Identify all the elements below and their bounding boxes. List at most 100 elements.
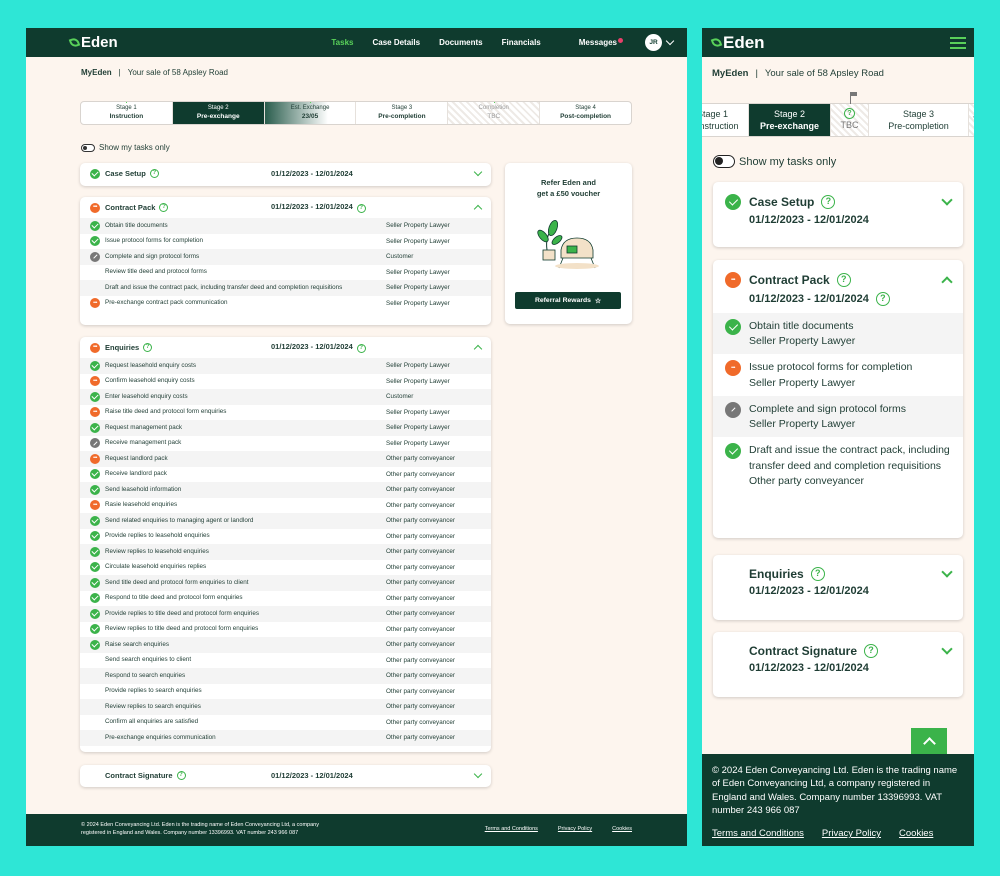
status-done-icon <box>725 319 741 335</box>
contract-pack-header[interactable]: Contract Pack? <box>713 260 963 288</box>
help-icon[interactable]: ? <box>875 292 890 306</box>
help-icon[interactable]: ? <box>356 344 366 353</box>
breadcrumb-root[interactable]: MyEden <box>712 68 748 79</box>
task-row[interactable]: Raise title deed and protocol form enqui… <box>80 405 491 421</box>
privacy-link[interactable]: Privacy Policy <box>558 826 592 834</box>
nav-financials[interactable]: Financials <box>502 38 541 47</box>
contract-pack-header[interactable]: Contract Pack ? 01/12/2023 - 12/01/2024? <box>80 197 491 218</box>
stage-instruction[interactable]: Stage 1Instruction <box>702 104 749 136</box>
help-icon[interactable]: ? <box>810 567 825 581</box>
chevron-down-icon[interactable] <box>473 769 483 779</box>
task-row[interactable]: Pre-exchange contract pack communication… <box>80 296 491 312</box>
task-row[interactable]: Provide replies to search enquiries Other… <box>80 684 491 700</box>
task-row[interactable]: Complete and sign protocol forms Customer <box>80 249 491 265</box>
stage-pre-exchange[interactable]: Stage 2 Pre-exchange <box>172 102 265 124</box>
nav-documents[interactable]: Documents <box>439 38 483 47</box>
task-row[interactable]: Receive landlord pack Other party conveya… <box>80 467 491 483</box>
task-row[interactable]: Review replies to leasehold enquiries Oth… <box>80 544 491 560</box>
stage-pre-completion[interactable]: Stage 3 Pre-completion <box>869 104 969 136</box>
task-row[interactable]: Provide replies to leasehold enquiries Ot… <box>80 529 491 545</box>
nav-messages[interactable]: Messages <box>560 38 623 47</box>
task-row[interactable]: Confirm all enquiries are satisfied Other… <box>80 715 491 731</box>
task-row[interactable]: Confirm leasehold enquiry costs Seller Pr… <box>80 374 491 390</box>
chevron-down-icon[interactable] <box>665 36 675 46</box>
stage-instruction[interactable]: Stage 1Instruction <box>81 102 173 124</box>
stage-est-exchange[interactable]: Est. Exchange 23/05 <box>264 102 357 124</box>
cookies-link[interactable]: Cookies <box>612 826 632 834</box>
help-icon[interactable]: ? <box>844 108 855 120</box>
enquiries-header[interactable]: Enquiries ? 01/12/2023 - 12/01/2024? <box>80 337 491 358</box>
my-tasks-toggle[interactable] <box>81 143 95 152</box>
task-row[interactable]: Send leasehold information Other party co… <box>80 482 491 498</box>
cookies-link[interactable]: Cookies <box>899 827 933 840</box>
stage-completion[interactable]: ? TBC <box>831 92 869 136</box>
contract-signature-header[interactable]: Contract Signature? <box>713 632 963 658</box>
task-row[interactable]: Issue protocol forms for completion Selle… <box>80 234 491 250</box>
stage-completion[interactable]: Completion TBC <box>448 102 541 124</box>
terms-link[interactable]: Terms and Conditions <box>712 827 804 840</box>
eden-logo[interactable]: Eden <box>68 34 118 51</box>
task-row[interactable]: Obtain title documents Seller Property La… <box>80 218 491 234</box>
eden-logo[interactable]: Eden <box>710 33 765 53</box>
task-row[interactable]: Request leasehold enquiry costs Seller Pr… <box>80 358 491 374</box>
my-tasks-toggle[interactable] <box>713 155 735 168</box>
chevron-down-icon[interactable] <box>941 643 953 655</box>
task-row[interactable]: Send related enquiries to managing agent… <box>80 513 491 529</box>
chevron-up-icon[interactable] <box>473 344 483 354</box>
task-row[interactable]: Respond to title deed and protocol form … <box>80 591 491 607</box>
task-row[interactable]: Provide replies to title deed and protoc… <box>80 606 491 622</box>
chevron-down-icon[interactable] <box>941 194 953 206</box>
help-icon[interactable]: ? <box>176 771 186 780</box>
help-icon[interactable]: ? <box>864 644 879 658</box>
privacy-link[interactable]: Privacy Policy <box>822 827 881 840</box>
back-to-top-button[interactable] <box>911 728 947 754</box>
task-row[interactable]: Review replies to title deed and protoco… <box>80 622 491 638</box>
enquiries-header[interactable]: Enquiries? <box>713 555 963 581</box>
help-icon[interactable]: ? <box>143 343 153 352</box>
chevron-down-icon[interactable] <box>473 167 483 177</box>
task-row[interactable]: Issue protocol forms for completion Selle… <box>713 354 963 395</box>
task-row[interactable]: Draft and issue the contract pack, inclu… <box>80 280 491 296</box>
task-row[interactable]: Request landlord pack Other party conveya… <box>80 451 491 467</box>
help-icon[interactable]: ? <box>836 273 851 287</box>
nav-case-details[interactable]: Case Details <box>372 38 420 47</box>
task-row[interactable]: Send search enquiries to client Other par… <box>80 653 491 669</box>
task-row[interactable]: Circulate leasehold enquiries replies Oth… <box>80 560 491 576</box>
help-icon[interactable]: ? <box>821 195 836 209</box>
task-row[interactable]: Obtain title documents Seller Property La… <box>713 313 963 355</box>
task-row[interactable]: Enter leasehold enquiry costs Customer <box>80 389 491 405</box>
nav-tasks[interactable]: Tasks <box>331 38 353 47</box>
task-row[interactable]: Respond to search enquiries Other party c… <box>80 668 491 684</box>
chevron-up-icon[interactable] <box>941 276 953 288</box>
referral-rewards-button[interactable]: Referral Rewards ☆ <box>515 292 621 309</box>
task-row[interactable]: Rasie leasehold enquiries Other party con… <box>80 498 491 514</box>
chevron-down-icon[interactable] <box>941 566 953 578</box>
task-row[interactable]: Draft and issue the contract pack, inclu… <box>713 437 963 494</box>
hamburger-menu-icon[interactable] <box>950 34 966 52</box>
task-row[interactable]: Receive management pack Seller Property L… <box>80 436 491 452</box>
footer: © 2024 Eden Conveyancing Ltd. Eden is th… <box>702 754 974 846</box>
avatar[interactable]: JR <box>645 34 662 51</box>
task-row[interactable]: Review replies to search enquiries Other … <box>80 699 491 715</box>
my-tasks-toggle-row: Show my tasks only <box>713 155 836 168</box>
task-row[interactable]: Raise search enquiries Other party convey… <box>80 637 491 653</box>
task-row[interactable]: Review title deed and protocol forms Sell… <box>80 265 491 281</box>
case-setup-header[interactable]: Case Setup? <box>713 182 963 210</box>
task-row[interactable]: Request management pack Seller Property L… <box>80 420 491 436</box>
terms-link[interactable]: Terms and Conditions <box>485 826 538 834</box>
task-row[interactable]: Pre-exchange enquiries communication Othe… <box>80 730 491 746</box>
task-owner: Other party conveyancer <box>386 718 455 726</box>
help-icon[interactable]: ? <box>149 169 159 178</box>
stage-post-completion[interactable]: TE <box>969 104 974 136</box>
case-setup-header[interactable]: Case Setup ? 01/12/2023 - 12/01/2024 <box>80 163 491 184</box>
help-icon[interactable]: ? <box>159 203 169 212</box>
stage-pre-completion[interactable]: Stage 3 Pre-completion <box>356 102 449 124</box>
task-row[interactable]: Send title deed and protocol form enquir… <box>80 575 491 591</box>
contract-signature-header[interactable]: Contract Signature ? 01/12/2023 - 12/01/… <box>80 765 491 786</box>
task-row[interactable]: Complete and sign protocol forms Seller P… <box>713 395 963 438</box>
stage-post-completion[interactable]: Stage 4 Post-completion <box>540 102 631 124</box>
breadcrumb-root[interactable]: MyEden <box>81 68 112 77</box>
chevron-up-icon[interactable] <box>473 204 483 214</box>
stage-pre-exchange[interactable]: Stage 2 Pre-exchange <box>749 104 831 136</box>
help-icon[interactable]: ? <box>356 204 366 213</box>
